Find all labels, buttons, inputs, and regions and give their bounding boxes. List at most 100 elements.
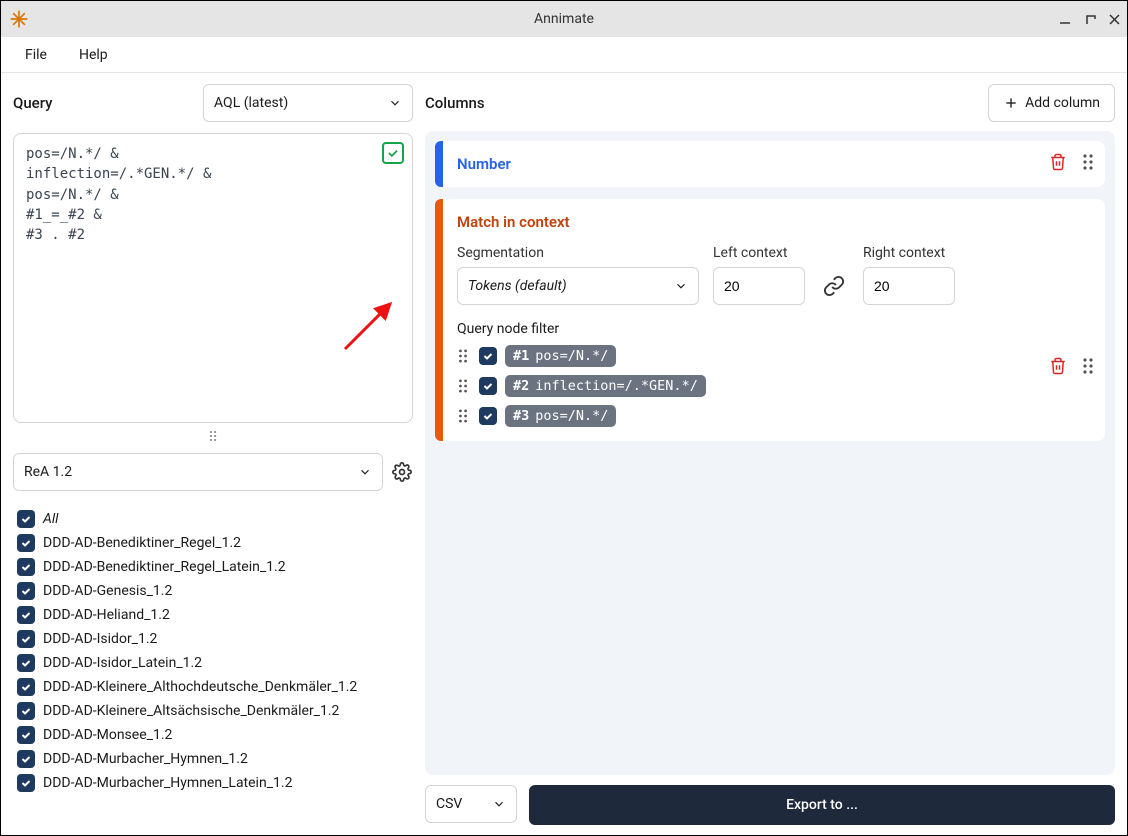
filter-expr: inflection=/.*GEN.*/: [535, 378, 698, 394]
menu-help[interactable]: Help: [79, 47, 108, 63]
corpus-item-label: DDD-AD-Isidor_Latein_1.2: [43, 655, 202, 671]
filter-row: #2inflection=/.*GEN.*/: [457, 375, 1089, 397]
app-logo-icon: [9, 9, 29, 29]
left-context-input[interactable]: [713, 267, 805, 305]
column-card-match: Match in context Segmentation Tokens (de…: [435, 199, 1105, 441]
corpus-item[interactable]: DDD-AD-Murbacher_Hymnen_1.2: [17, 747, 411, 771]
corpus-item-label: DDD-AD-Kleinere_Althochdeutsche_Denkmäle…: [43, 679, 357, 695]
drag-handle[interactable]: [457, 348, 471, 364]
corpus-list: All DDD-AD-Benediktiner_Regel_1.2 DDD-AD…: [13, 501, 413, 825]
column-card-title: Match in context: [457, 213, 1089, 231]
checkbox-checked-icon[interactable]: [17, 558, 35, 576]
chevron-down-icon: [388, 96, 402, 110]
corpus-item[interactable]: DDD-AD-Benediktiner_Regel_Latein_1.2: [17, 555, 411, 579]
link-contexts-toggle[interactable]: [819, 267, 849, 305]
checkbox-checked-icon[interactable]: [17, 654, 35, 672]
filter-expr: pos=/N.*/: [535, 348, 608, 364]
filter-num: #3: [513, 408, 529, 424]
query-node-filter-label: Query node filter: [457, 321, 1089, 337]
export-button-label: Export to ...: [786, 797, 858, 813]
segmentation-select[interactable]: Tokens (default): [457, 267, 699, 305]
filter-num: #1: [513, 348, 529, 364]
filter-row: #3pos=/N.*/: [457, 405, 1089, 427]
columns-header: Columns Add column: [425, 83, 1115, 123]
corpus-item-label: DDD-AD-Genesis_1.2: [43, 583, 172, 599]
right-context-input[interactable]: [863, 267, 955, 305]
drag-handle[interactable]: [1081, 357, 1095, 375]
export-format-value: CSV: [436, 796, 462, 812]
match-settings-row: Segmentation Tokens (default) Left conte…: [457, 245, 1089, 305]
add-column-button[interactable]: Add column: [988, 84, 1115, 122]
segmentation-value: Tokens (default): [468, 278, 567, 294]
column-card-actions: [1049, 357, 1095, 375]
filter-checkbox[interactable]: [479, 377, 497, 395]
query-header: Query AQL (latest): [13, 83, 413, 123]
corpus-settings-button[interactable]: [391, 461, 413, 483]
segmentation-label: Segmentation: [457, 245, 699, 261]
corpus-item[interactable]: DDD-AD-Genesis_1.2: [17, 579, 411, 603]
column-card-number: Number: [435, 141, 1105, 187]
filter-pill: #2inflection=/.*GEN.*/: [505, 375, 706, 397]
checkbox-checked-icon[interactable]: [17, 678, 35, 696]
chevron-down-icon: [674, 279, 688, 293]
delete-column-button[interactable]: [1049, 357, 1067, 375]
left-context-label: Left context: [713, 245, 805, 261]
maximize-button[interactable]: [1084, 13, 1096, 25]
annotation-arrow: [340, 294, 400, 354]
chevron-down-icon: [492, 797, 506, 811]
checkbox-checked-icon[interactable]: [17, 630, 35, 648]
checkbox-checked-icon[interactable]: [17, 774, 35, 792]
corpus-set-select[interactable]: ReA 1.2: [13, 453, 383, 491]
checkbox-checked-icon[interactable]: [17, 702, 35, 720]
corpus-item[interactable]: DDD-AD-Heliand_1.2: [17, 603, 411, 627]
drag-handle[interactable]: [1081, 153, 1095, 171]
corpus-item-label: DDD-AD-Murbacher_Hymnen_1.2: [43, 751, 248, 767]
delete-column-button[interactable]: [1049, 153, 1067, 171]
filter-checkbox[interactable]: [479, 347, 497, 365]
left-context-field: Left context: [713, 245, 805, 305]
window-controls: [1058, 1, 1121, 37]
query-text: pos=/N.*/ & inflection=/.*GEN.*/ & pos=/…: [26, 146, 211, 243]
vertical-splitter[interactable]: ⠿: [13, 433, 413, 443]
main-content: Query AQL (latest) pos=/N.*/ & inflectio…: [1, 73, 1127, 835]
minimize-button[interactable]: [1058, 12, 1072, 26]
corpus-item-all[interactable]: All: [17, 507, 411, 531]
export-button[interactable]: Export to ...: [529, 785, 1115, 825]
checkbox-checked-icon[interactable]: [17, 750, 35, 768]
close-button[interactable]: [1108, 13, 1121, 26]
corpus-item-label: DDD-AD-Benediktiner_Regel_Latein_1.2: [43, 559, 286, 575]
window-title: Annimate: [534, 11, 594, 27]
corpus-item[interactable]: DDD-AD-Isidor_1.2: [17, 627, 411, 651]
query-language-select[interactable]: AQL (latest): [203, 84, 413, 122]
drag-handle[interactable]: [457, 408, 471, 424]
checkbox-checked-icon[interactable]: [17, 606, 35, 624]
corpus-selector-row: ReA 1.2: [13, 453, 413, 491]
query-language-value: AQL (latest): [214, 95, 288, 111]
checkbox-checked-icon[interactable]: [17, 582, 35, 600]
corpus-item-label: DDD-AD-Monsee_1.2: [43, 727, 172, 743]
link-icon: [823, 275, 845, 297]
checkbox-checked-icon[interactable]: [17, 726, 35, 744]
drag-handle[interactable]: [457, 378, 471, 394]
corpus-item[interactable]: DDD-AD-Isidor_Latein_1.2: [17, 651, 411, 675]
columns-label: Columns: [425, 94, 485, 112]
filter-checkbox[interactable]: [479, 407, 497, 425]
right-context-field: Right context: [863, 245, 955, 305]
right-pane: Columns Add column Number Match: [425, 83, 1115, 825]
corpus-item[interactable]: DDD-AD-Benediktiner_Regel_1.2: [17, 531, 411, 555]
query-textarea[interactable]: pos=/N.*/ & inflection=/.*GEN.*/ & pos=/…: [13, 133, 413, 423]
corpus-item[interactable]: DDD-AD-Murbacher_Hymnen_Latein_1.2: [17, 771, 411, 795]
corpus-item[interactable]: DDD-AD-Monsee_1.2: [17, 723, 411, 747]
app-window: Annimate File Help Query AQL (latest) po…: [0, 0, 1128, 836]
checkbox-checked-icon[interactable]: [17, 534, 35, 552]
corpus-item[interactable]: DDD-AD-Kleinere_Althochdeutsche_Denkmäle…: [17, 675, 411, 699]
corpus-item[interactable]: DDD-AD-Kleinere_Altsächsische_Denkmäler_…: [17, 699, 411, 723]
corpus-item-label: DDD-AD-Murbacher_Hymnen_Latein_1.2: [43, 775, 292, 791]
filter-pill: #1 pos=/N.*/: [505, 345, 616, 367]
column-card-title: Number: [457, 155, 1089, 173]
filter-pill: #3pos=/N.*/: [505, 405, 616, 427]
menu-file[interactable]: File: [25, 47, 47, 63]
checkbox-checked-icon[interactable]: [17, 510, 35, 528]
export-format-select[interactable]: CSV: [425, 785, 517, 823]
column-card-actions: [1049, 153, 1095, 171]
